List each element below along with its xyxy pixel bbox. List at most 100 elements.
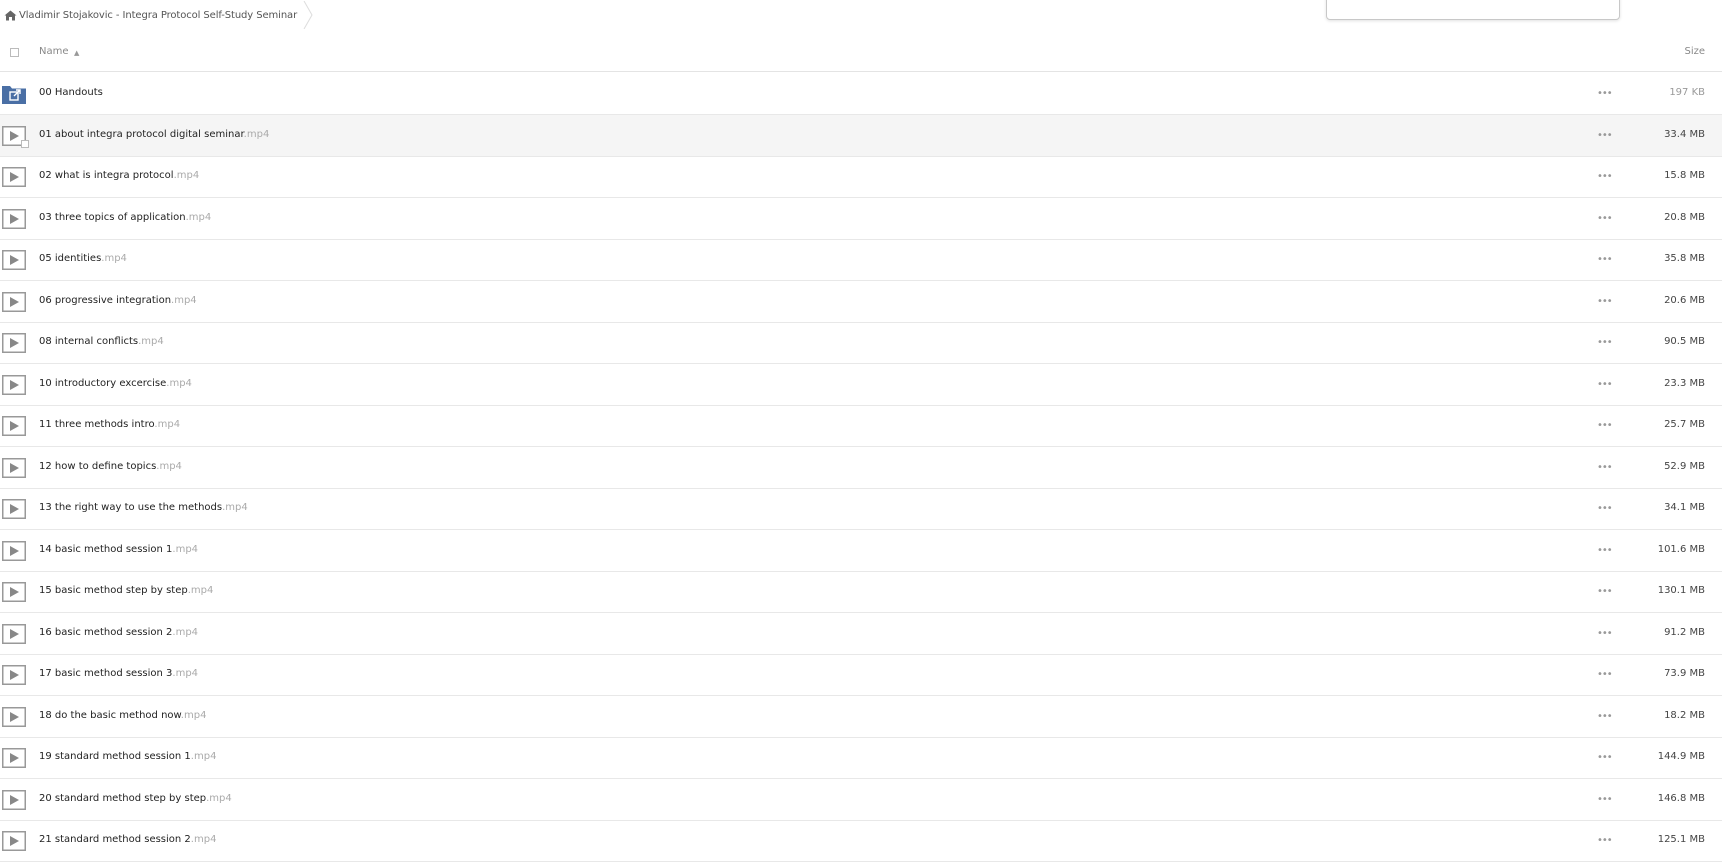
- file-name[interactable]: 12 how to define topics.mp4: [39, 461, 182, 472]
- video-icon[interactable]: [2, 333, 26, 353]
- file-basename: 13 the right way to use the methods: [39, 502, 223, 513]
- file-name[interactable]: 02 what is integra protocol.mp4: [39, 170, 199, 181]
- file-row[interactable]: 06 progressive integration.mp4 ••• 20.6 MB: [0, 281, 1722, 323]
- more-options-icon[interactable]: •••: [1597, 752, 1613, 763]
- more-options-icon[interactable]: •••: [1597, 420, 1613, 431]
- file-name[interactable]: 11 three methods intro.mp4: [39, 419, 180, 430]
- video-icon[interactable]: [2, 458, 26, 478]
- more-options-icon[interactable]: •••: [1597, 794, 1613, 805]
- row-checkbox[interactable]: [21, 140, 29, 148]
- video-icon[interactable]: [2, 748, 26, 768]
- more-options-icon[interactable]: •••: [1597, 213, 1613, 224]
- video-icon[interactable]: [2, 416, 26, 436]
- file-row[interactable]: 08 internal conflicts.mp4 ••• 90.5 MB: [0, 322, 1722, 364]
- more-options-icon[interactable]: •••: [1597, 503, 1613, 514]
- video-icon[interactable]: [2, 250, 26, 270]
- file-row[interactable]: 19 standard method session 1.mp4 ••• 144.9…: [0, 737, 1722, 779]
- file-row[interactable]: 02 what is integra protocol.mp4 ••• 15.8 M…: [0, 156, 1722, 198]
- file-name[interactable]: 08 internal conflicts.mp4: [39, 336, 164, 347]
- file-extension: .mp4: [190, 834, 217, 845]
- file-row[interactable]: 21 standard method session 2.mp4 ••• 125.1…: [0, 820, 1722, 862]
- video-icon[interactable]: [2, 582, 26, 602]
- size-column-header[interactable]: Size: [1684, 46, 1705, 57]
- more-options-icon[interactable]: •••: [1597, 337, 1613, 348]
- more-options-icon[interactable]: •••: [1597, 296, 1613, 307]
- select-all-checkbox[interactable]: [10, 48, 19, 57]
- more-options-icon[interactable]: •••: [1597, 171, 1613, 182]
- video-icon[interactable]: [2, 790, 26, 810]
- file-name[interactable]: 01 about integra protocol digital semina…: [39, 129, 269, 140]
- more-options-icon[interactable]: •••: [1597, 586, 1613, 597]
- file-row[interactable]: 17 basic method session 3.mp4 ••• 73.9 MB: [0, 654, 1722, 696]
- file-name[interactable]: 13 the right way to use the methods.mp4: [39, 502, 248, 513]
- file-size: 33.4 MB: [1664, 129, 1705, 140]
- file-name[interactable]: 16 basic method session 2.mp4: [39, 627, 198, 638]
- more-options-icon[interactable]: •••: [1597, 835, 1613, 846]
- file-row[interactable]: 00 Handouts ••• 197 KB: [0, 73, 1722, 115]
- breadcrumb-current-folder[interactable]: Vladimir Stojakovic - Integra Protocol S…: [19, 10, 297, 21]
- file-row[interactable]: 16 basic method session 2.mp4 ••• 91.2 MB: [0, 613, 1722, 655]
- video-icon[interactable]: [2, 209, 26, 229]
- folder-shared-icon[interactable]: [2, 84, 26, 104]
- file-extension: .mp4: [172, 668, 199, 679]
- file-row[interactable]: 12 how to define topics.mp4 ••• 52.9 MB: [0, 447, 1722, 489]
- more-options-icon[interactable]: •••: [1597, 462, 1613, 473]
- more-options-icon[interactable]: •••: [1597, 88, 1613, 99]
- video-icon[interactable]: [2, 167, 26, 187]
- file-row[interactable]: 05 identities.mp4 ••• 35.8 MB: [0, 239, 1722, 281]
- more-options-icon[interactable]: •••: [1597, 669, 1613, 680]
- video-icon[interactable]: [2, 707, 26, 727]
- file-name[interactable]: 05 identities.mp4: [39, 253, 127, 264]
- file-size: 25.7 MB: [1664, 419, 1705, 430]
- file-name[interactable]: 19 standard method session 1.mp4: [39, 751, 216, 762]
- file-extension: .mp4: [187, 585, 214, 596]
- home-icon[interactable]: [4, 10, 17, 21]
- video-icon[interactable]: [2, 541, 26, 561]
- file-name[interactable]: 15 basic method step by step.mp4: [39, 585, 213, 596]
- breadcrumb-separator-icon: [303, 1, 313, 29]
- file-basename: 05 identities: [39, 253, 102, 264]
- file-row[interactable]: 11 three methods intro.mp4 ••• 25.7 MB: [0, 405, 1722, 447]
- more-options-icon[interactable]: •••: [1597, 711, 1613, 722]
- file-name[interactable]: 06 progressive integration.mp4: [39, 295, 197, 306]
- file-extension: .mp4: [243, 129, 270, 140]
- video-icon[interactable]: [2, 375, 26, 395]
- file-name[interactable]: 18 do the basic method now.mp4: [39, 710, 206, 721]
- video-icon[interactable]: [2, 831, 26, 851]
- file-name[interactable]: 10 introductory excercise.mp4: [39, 378, 192, 389]
- file-name[interactable]: 00 Handouts: [39, 87, 103, 98]
- more-options-icon[interactable]: •••: [1597, 628, 1613, 639]
- file-size: 197 KB: [1669, 87, 1705, 98]
- file-basename: 16 basic method session 2: [39, 627, 173, 638]
- file-extension: .mp4: [206, 793, 232, 804]
- file-row[interactable]: 13 the right way to use the methods.mp4 •…: [0, 488, 1722, 530]
- more-options-icon[interactable]: •••: [1597, 254, 1613, 265]
- file-name[interactable]: 20 standard method step by step.mp4: [39, 793, 232, 804]
- video-icon[interactable]: [2, 499, 26, 519]
- file-name[interactable]: 21 standard method session 2.mp4: [39, 834, 216, 845]
- file-basename: 17 basic method session 3: [39, 668, 173, 679]
- file-extension: .mp4: [166, 378, 192, 389]
- file-name[interactable]: 14 basic method session 1.mp4: [39, 544, 198, 555]
- file-basename: 19 standard method session 1: [39, 751, 191, 762]
- file-row[interactable]: 18 do the basic method now.mp4 ••• 18.2 MB: [0, 696, 1722, 738]
- more-options-icon[interactable]: •••: [1597, 379, 1613, 390]
- more-options-icon[interactable]: •••: [1597, 130, 1613, 141]
- file-row[interactable]: 03 three topics of application.mp4 ••• 20.…: [0, 198, 1722, 240]
- file-name[interactable]: 17 basic method session 3.mp4: [39, 668, 198, 679]
- more-options-icon[interactable]: •••: [1597, 545, 1613, 556]
- file-extension: .mp4: [222, 502, 248, 513]
- video-icon[interactable]: [2, 292, 26, 312]
- file-extension: .mp4: [172, 627, 199, 638]
- file-size: 52.9 MB: [1664, 461, 1705, 472]
- file-row[interactable]: 01 about integra protocol digital semina…: [0, 115, 1722, 157]
- file-row[interactable]: 10 introductory excercise.mp4 ••• 23.3 MB: [0, 364, 1722, 406]
- video-icon[interactable]: [2, 665, 26, 685]
- file-basename: 06 progressive integration: [39, 295, 172, 306]
- file-row[interactable]: 20 standard method step by step.mp4 ••• 14…: [0, 779, 1722, 821]
- file-row[interactable]: 14 basic method session 1.mp4 ••• 101.6 MB: [0, 530, 1722, 572]
- name-column-header[interactable]: Name: [39, 46, 69, 57]
- file-row[interactable]: 15 basic method step by step.mp4 ••• 130.1…: [0, 571, 1722, 613]
- file-name[interactable]: 03 three topics of application.mp4: [39, 212, 211, 223]
- video-icon[interactable]: [2, 624, 26, 644]
